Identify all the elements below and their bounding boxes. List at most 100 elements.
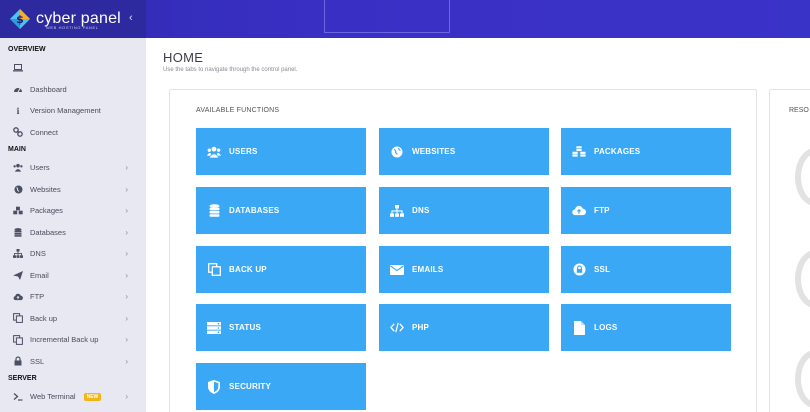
function-packages-button[interactable]: PACKAGES — [561, 128, 731, 175]
brand-logo[interactable]: $ cyber panel WEB HOSTING PANEL — [0, 0, 146, 38]
chevron-right-icon: › — [125, 335, 128, 344]
function-logs-button[interactable]: LOGS — [561, 304, 731, 351]
chevron-right-icon: › — [125, 249, 128, 258]
function-label: PACKAGES — [594, 147, 641, 156]
shield-icon — [207, 379, 221, 394]
sidebar-item-label: Websites — [30, 184, 61, 194]
function-label: PHP — [412, 323, 430, 332]
envelope-icon — [390, 263, 404, 277]
chevron-right-icon: › — [125, 206, 128, 215]
function-label: LOGS — [594, 323, 618, 332]
function-label: STATUS — [229, 323, 262, 332]
sidebar-item-ftp[interactable]: FTP › — [0, 286, 146, 308]
function-databases-button[interactable]: DATABASES — [196, 187, 366, 234]
lock-icon — [13, 356, 23, 366]
copy-icon — [13, 334, 23, 345]
sidebar-item-label: Dashboard — [30, 84, 67, 94]
sidebar-item-users[interactable]: Users › — [0, 157, 146, 179]
section-overview: OVERVIEW — [8, 46, 46, 53]
sidebar-item-label: Email — [30, 270, 49, 280]
sidebar-item-version-management[interactable]: i Version Management — [0, 100, 146, 122]
chevron-right-icon: › — [125, 356, 128, 366]
sidebar-collapse-button[interactable]: ‹ — [129, 12, 133, 24]
function-label: USERS — [229, 147, 258, 156]
sidebar-item-label: Packages — [30, 206, 63, 216]
chevron-right-icon: › — [125, 270, 128, 280]
globe-icon — [390, 145, 404, 159]
page-title: HOME — [163, 50, 204, 65]
function-backup-button[interactable]: BACK UP — [196, 246, 366, 293]
function-label: DNS — [412, 206, 430, 215]
function-users-button[interactable]: USERS — [196, 128, 366, 175]
code-icon — [390, 321, 404, 335]
users-icon — [13, 163, 23, 173]
copy-icon — [207, 263, 221, 277]
sidebar-item-label: Users — [30, 163, 50, 173]
sidebar-item-databases[interactable]: Databases › — [0, 222, 146, 244]
chevron-right-icon: › — [125, 313, 128, 323]
sidebar-item-label: Web Terminal — [30, 392, 76, 402]
svg-text:$: $ — [16, 13, 24, 26]
sidebar-item-web-terminal[interactable]: Web Terminal NEW › — [0, 386, 146, 408]
sidebar-item-dashboard[interactable]: Dashboard — [0, 79, 146, 101]
sidebar-item-connect[interactable]: Connect — [0, 122, 146, 144]
chevron-right-icon: › — [125, 184, 128, 194]
chevron-right-icon: › — [125, 163, 128, 172]
cubes-icon — [13, 206, 23, 216]
sidebar-item-label: Incremental Back up — [30, 335, 99, 345]
database-icon — [13, 227, 23, 237]
brand-name: cyber panel — [36, 10, 121, 27]
paper-plane-icon — [13, 270, 23, 280]
function-status-button[interactable]: STATUS — [196, 304, 366, 351]
function-label: SSL — [594, 265, 611, 274]
function-label: DATABASES — [229, 206, 280, 215]
section-main: MAIN — [8, 146, 26, 153]
page-subtitle: Use the tabs to navigate through the con… — [163, 67, 298, 73]
sidebar-item-label: FTP — [30, 292, 45, 302]
info-icon: i — [16, 105, 20, 116]
function-dns-button[interactable]: DNS — [379, 187, 549, 234]
brand-tagline: WEB HOSTING PANEL — [46, 25, 99, 30]
cloud-upload-icon — [572, 204, 586, 218]
function-label: BACK UP — [229, 265, 267, 274]
cubes-icon — [572, 145, 586, 159]
laptop-icon — [13, 63, 23, 73]
sidebar-item-label: DNS — [30, 249, 46, 259]
sidebar-item-home[interactable] — [0, 57, 146, 79]
resources-panel-title: RESO — [789, 107, 809, 114]
sidebar-item-ssl[interactable]: SSL › — [0, 351, 146, 373]
database-icon — [207, 204, 221, 218]
sidebar-item-incremental-backup[interactable]: Incremental Back up › — [0, 329, 146, 351]
function-security-button[interactable]: SECURITY — [196, 363, 366, 410]
sidebar-item-email[interactable]: Email › — [0, 265, 146, 287]
header-search-box[interactable] — [324, 0, 450, 33]
sitemap-icon — [13, 249, 23, 259]
section-server: SERVER — [8, 375, 37, 382]
cyberpanel-logo-icon: $ — [9, 8, 31, 30]
sidebar-item-backup[interactable]: Back up › — [0, 308, 146, 330]
function-label: SECURITY — [229, 382, 272, 391]
sidebar-item-websites[interactable]: Websites › — [0, 179, 146, 201]
sidebar-item-label: Version Management — [30, 106, 101, 116]
function-label: WEBSITES — [412, 147, 456, 156]
sidebar-item-label: Databases — [30, 227, 66, 237]
sidebar-item-packages[interactable]: Packages › — [0, 200, 146, 222]
sidebar-item-dns[interactable]: DNS › — [0, 243, 146, 265]
sitemap-icon — [390, 204, 404, 218]
function-ssl-button[interactable]: SSL — [561, 246, 731, 293]
function-emails-button[interactable]: EMAILS — [379, 246, 549, 293]
file-icon — [572, 320, 586, 335]
functions-panel-title: AVAILABLE FUNCTIONS — [196, 107, 280, 114]
cloud-upload-icon — [13, 292, 23, 302]
sidebar-item-label: Connect — [30, 127, 58, 137]
function-php-button[interactable]: PHP — [379, 304, 549, 351]
top-header: $ cyber panel WEB HOSTING PANEL ‹ — [0, 0, 810, 38]
sidebar-item-label: Back up — [30, 313, 58, 323]
chevron-right-icon: › — [125, 292, 128, 301]
chevron-right-icon: › — [125, 227, 128, 237]
function-ftp-button[interactable]: FTP — [561, 187, 731, 234]
function-websites-button[interactable]: WEBSITES — [379, 128, 549, 175]
new-badge: NEW — [83, 392, 102, 401]
function-label: FTP — [594, 206, 610, 215]
copy-icon — [13, 313, 23, 324]
